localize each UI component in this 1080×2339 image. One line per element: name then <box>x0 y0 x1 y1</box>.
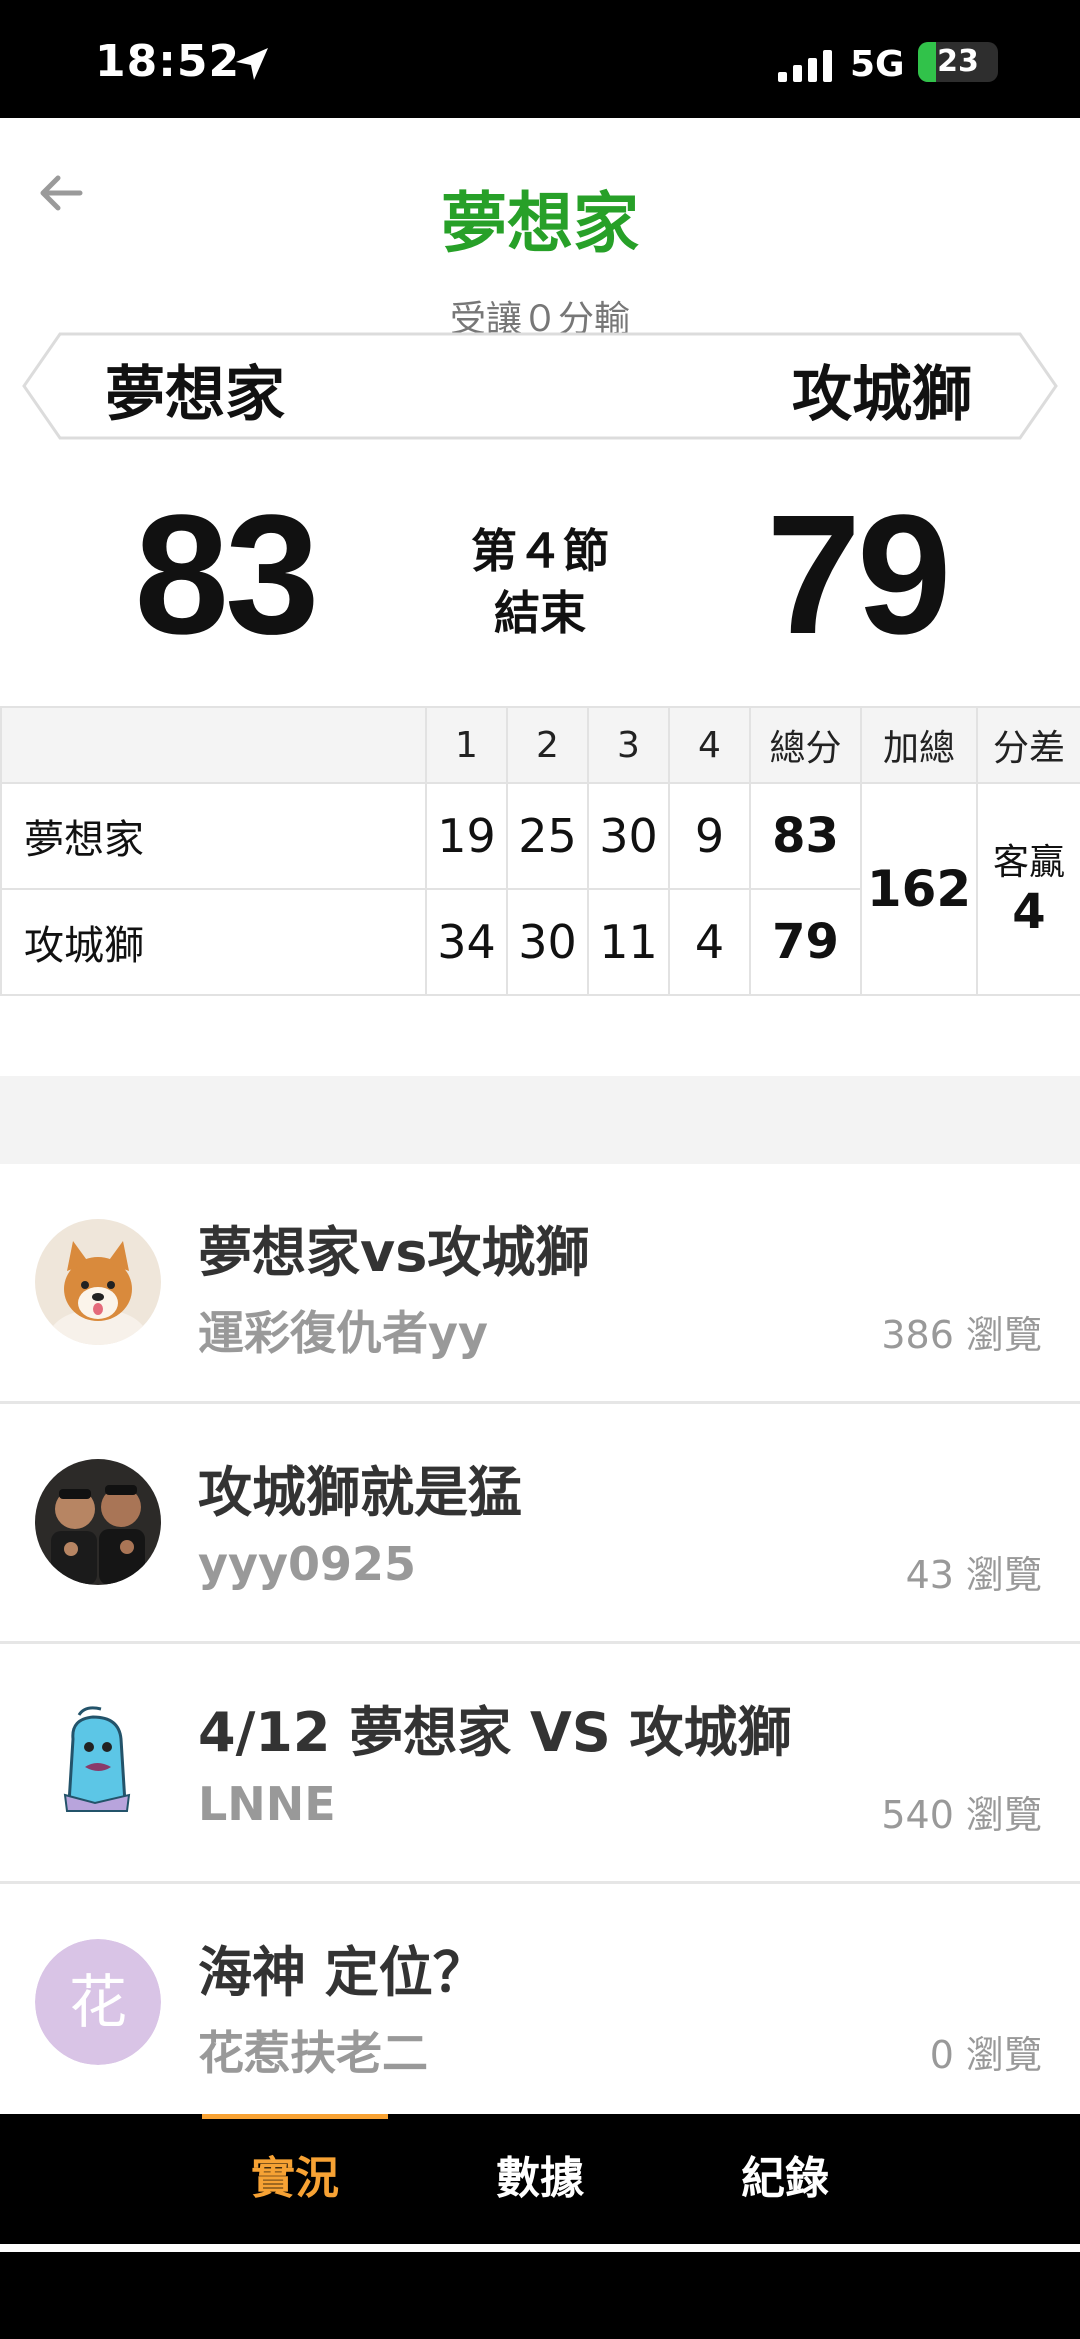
row-q1: 19 <box>425 782 508 890</box>
row-total: 79 <box>749 888 862 996</box>
list-item[interactable]: 夢想家vs攻城獅 運彩復仇者yy 386 瀏覽 <box>0 1164 1080 1404</box>
list-item[interactable]: 花 海神 定位？ 花惹扶老二 0 瀏覽 <box>0 1884 1080 2124</box>
row-q4: 4 <box>668 888 751 996</box>
away-score: 79 <box>766 480 951 670</box>
header-q1: 1 <box>425 706 508 784</box>
header-total: 總分 <box>749 706 862 784</box>
diff-value: 4 <box>1012 884 1046 940</box>
point-diff: 客贏 4 <box>976 782 1080 996</box>
box-score-table: 1 2 3 4 總分 加總 分差 夢想家 19 25 30 9 83 162 客… <box>0 706 1080 996</box>
table-header-row: 1 2 3 4 總分 加總 分差 <box>0 706 1080 784</box>
row-total: 83 <box>749 782 862 890</box>
row-q1: 34 <box>425 888 508 996</box>
header-diff: 分差 <box>976 706 1080 784</box>
diff-label: 客贏 <box>992 842 1065 883</box>
row-q3: 11 <box>587 888 670 996</box>
away-team-name: 攻城獅 <box>792 360 972 430</box>
letter-avatar: 花 <box>35 1939 161 2065</box>
tab-stats[interactable]: 數據 <box>455 2114 625 2244</box>
period-line-2: 結束 <box>494 586 586 640</box>
status-time: 18:52 <box>95 36 241 87</box>
period-status: 第４節 結束 <box>440 520 640 644</box>
home-team-name: 夢想家 <box>105 360 285 430</box>
tab-live[interactable]: 實況 <box>210 2114 380 2244</box>
post-views: 540 瀏覽 <box>881 1793 1042 1837</box>
bottom-tab-bar: 實況 數據 紀錄 <box>0 2114 1080 2244</box>
cellular-signal-icon <box>778 50 832 82</box>
tab-records[interactable]: 紀錄 <box>700 2114 870 2244</box>
row-q2: 25 <box>506 782 589 890</box>
row-q3: 30 <box>587 782 670 890</box>
post-author: LNNE <box>198 1777 336 1831</box>
post-views: 0 瀏覽 <box>929 2033 1042 2077</box>
row-q4: 9 <box>668 782 751 890</box>
section-divider <box>0 1076 1080 1164</box>
two-men-photo-avatar <box>35 1459 161 1585</box>
header-sum: 加總 <box>860 706 978 784</box>
avatar-letter: 花 <box>35 1939 161 2065</box>
post-author: 運彩復仇者yy <box>198 1306 488 1360</box>
list-item[interactable]: 4/12 夢想家 VS 攻城獅 LNNE 540 瀏覽 <box>0 1644 1080 1884</box>
post-title: 4/12 夢想家 VS 攻城獅 <box>198 1701 792 1764</box>
header-q2: 2 <box>506 706 589 784</box>
cartoon-character-avatar <box>35 1699 161 1825</box>
row-team: 夢想家 <box>0 782 427 890</box>
post-views: 43 瀏覽 <box>905 1553 1042 1597</box>
network-label: 5G <box>850 44 905 85</box>
home-score: 83 <box>134 480 319 670</box>
shiba-dog-avatar <box>35 1219 161 1345</box>
header-q3: 3 <box>587 706 670 784</box>
status-bar: 18:52 5G 23 <box>0 0 1080 118</box>
combined-total: 162 <box>860 782 978 996</box>
row-team: 攻城獅 <box>0 888 427 996</box>
battery-percent: 23 <box>937 44 979 79</box>
table-row: 夢想家 19 25 30 9 83 162 客贏 4 <box>0 782 1080 996</box>
post-views: 386 瀏覽 <box>881 1313 1042 1357</box>
period-line-1: 第４節 <box>471 524 609 578</box>
home-indicator-area <box>0 2252 1080 2339</box>
header-q4: 4 <box>668 706 751 784</box>
row-q2: 30 <box>506 888 589 996</box>
battery-icon: 23 <box>918 42 998 82</box>
page-title: 夢想家 <box>441 185 639 262</box>
header-team <box>0 706 427 784</box>
post-title: 夢想家vs攻城獅 <box>198 1221 590 1284</box>
post-author: yyy0925 <box>198 1537 416 1591</box>
post-title: 攻城獅就是猛 <box>198 1461 522 1524</box>
post-title: 海神 定位？ <box>198 1941 487 2004</box>
location-arrow-icon <box>236 48 268 80</box>
list-item[interactable]: 攻城獅就是猛 yyy0925 43 瀏覽 <box>0 1404 1080 1644</box>
post-author: 花惹扶老二 <box>198 2026 428 2080</box>
post-list: 夢想家vs攻城獅 運彩復仇者yy 386 瀏覽 攻城獅就是猛 yyy0925 4… <box>0 1164 1080 2124</box>
